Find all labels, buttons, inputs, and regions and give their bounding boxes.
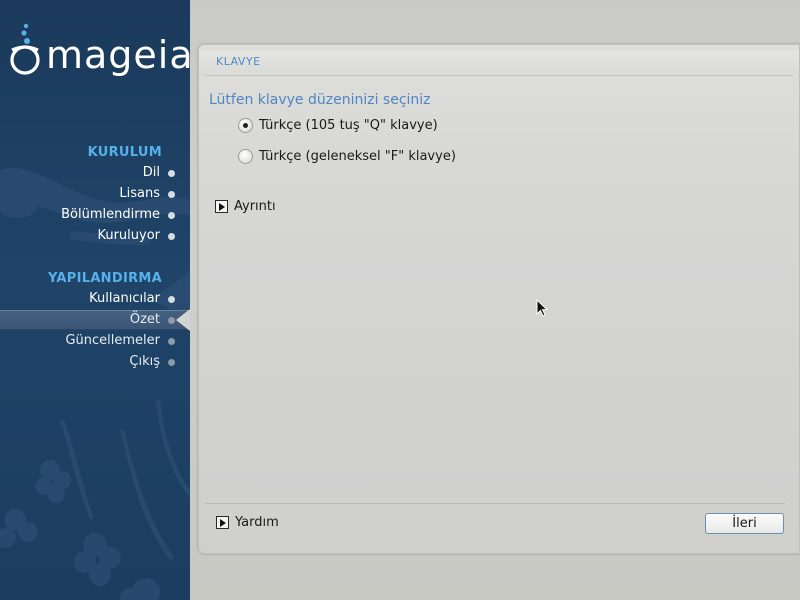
- radio-checked-icon[interactable]: [238, 117, 253, 133]
- help-label: Yardım: [235, 515, 279, 530]
- brand-name: mageia: [46, 33, 190, 77]
- help-expander[interactable]: Yardım: [216, 515, 279, 530]
- sidebar-step-dil: Dil: [0, 163, 175, 183]
- step-pending-icon: [168, 338, 175, 345]
- section-title-kurulum: KURULUM: [87, 145, 162, 160]
- details-expander[interactable]: Ayrıntı: [215, 199, 276, 214]
- panel-title: KLAVYE: [216, 55, 261, 68]
- current-step-pointer-icon: [176, 309, 190, 331]
- sidebar-step-kullanicilar: Kullanıcılar: [0, 289, 175, 309]
- sidebar-step-bolumlendirme: Bölümlendirme: [0, 205, 175, 225]
- sidebar-step-lisans: Lisans: [0, 184, 175, 204]
- sidebar-step-kuruluyor: Kuruluyor: [0, 226, 175, 246]
- sidebar-step-guncellemeler: Güncellemeler: [0, 331, 175, 351]
- expand-arrow-icon[interactable]: [216, 516, 229, 529]
- footer-divider: [205, 503, 785, 504]
- details-label: Ayrıntı: [234, 199, 276, 214]
- installer-sidebar: mageia KURULUM Dil Lisans Bölümlendirme …: [0, 0, 190, 600]
- step-done-icon: [168, 212, 175, 219]
- option-turkish-f[interactable]: Türkçe (geleneksel "F" klavye): [238, 147, 456, 165]
- next-button[interactable]: İleri: [705, 513, 784, 534]
- section-title-yapilandirma: YAPILANDIRMA: [47, 271, 162, 286]
- mouse-pointer-icon: [536, 299, 549, 317]
- step-done-icon: [168, 233, 175, 240]
- keyboard-panel: KLAVYE Lütfen klavye düzeninizi seçiniz …: [198, 44, 800, 554]
- step-pending-icon: [168, 359, 175, 366]
- option-turkish-q[interactable]: Türkçe (105 tuş "Q" klavye): [238, 116, 438, 134]
- keyboard-question: Lütfen klavye düzeninizi seçiniz: [209, 92, 431, 108]
- expand-arrow-icon[interactable]: [215, 200, 228, 213]
- header-divider: [205, 75, 793, 76]
- panel-header: [199, 51, 799, 75]
- step-pending-icon: [168, 317, 175, 324]
- option-label: Türkçe (geleneksel "F" klavye): [259, 148, 456, 164]
- step-done-icon: [168, 296, 175, 303]
- sidebar-step-ozet: Özet: [0, 310, 175, 330]
- radio-unchecked-icon[interactable]: [238, 148, 253, 164]
- step-done-icon: [168, 191, 175, 198]
- step-done-icon: [168, 170, 175, 177]
- option-label: Türkçe (105 tuş "Q" klavye): [259, 117, 438, 133]
- sidebar-step-cikis: Çıkış: [0, 352, 175, 372]
